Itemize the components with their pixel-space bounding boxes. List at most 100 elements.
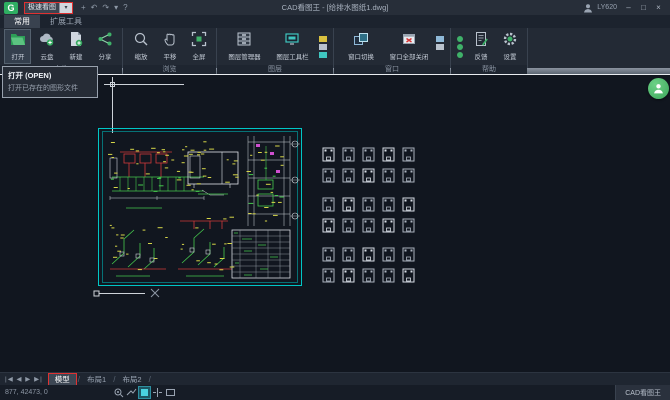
cloud-button[interactable]: 云盘 [33,29,60,64]
window-switch-button[interactable]: 窗口切换 [338,29,384,64]
layout-nav-arrows-icon[interactable]: |◀ ◀ ▶ ▶| [5,375,43,383]
tab-separator: / [78,375,80,384]
tab-separator: / [149,375,151,384]
block-symbol [402,218,415,238]
drawing-canvas[interactable] [0,76,670,372]
folder-open-button[interactable]: 打开 [4,29,31,64]
ribbon-button-label: 平移 [163,52,176,61]
block-symbol [342,168,355,188]
status-bar: 877, 42473, 0 CAD看图王 [0,385,670,400]
close-button[interactable]: × [651,0,666,15]
layout-tab-布局1[interactable]: 布局1 [81,374,112,385]
block-symbol [362,168,375,188]
new-file-button[interactable]: 新建 [62,29,89,64]
username-label[interactable]: LY620 [597,4,617,11]
redo-icon[interactable]: ↷ [102,2,109,14]
block-symbol [382,247,395,267]
ribbon-button-label: 全屏 [192,52,205,61]
ribbon-group-0: 打开云盘新建分享文件 [0,28,123,68]
ribbon-button-label: 窗口全部关闭 [390,52,429,61]
ribbon-group-4: 反馈设置帮助 [451,28,528,68]
ribbon: 打开云盘新建分享文件缩放平移全屏浏览图层管理器图层工具栏图层窗口切换窗口全部关闭… [0,28,670,68]
fullscreen-button[interactable]: 全屏 [185,29,212,64]
status-pan-icon[interactable] [126,387,137,398]
ribbon-tab-bar: 常用扩展工具 [0,15,670,28]
maximize-button[interactable]: □ [636,0,651,15]
drawing-sheet [98,128,302,286]
layer-manager-icon [236,31,252,52]
block-symbol [402,147,415,167]
block-symbol [382,197,395,217]
block-symbol [322,268,335,288]
window-title: CAD看图王 - [给排水图纸1.dwg] [282,2,389,13]
layer-tools-stack[interactable] [317,36,329,58]
block-symbol [362,218,375,238]
pan-icon [162,31,178,52]
title-bar: G 极速看图 ▾ + ↶ ↷ ▾? CAD看图王 - [给排水图纸1.dwg] LY6… [0,0,670,15]
block-symbol [402,168,415,188]
undo-icon[interactable]: ↶ [91,2,98,14]
user-avatar-icon[interactable] [583,3,593,13]
ucs-icon [93,286,165,300]
block-symbol [322,197,335,217]
ribbon-button-label: 窗口切换 [348,52,374,61]
ribbon-group-3: 窗口切换窗口全部关闭窗口 [334,28,451,68]
ribbon-button-label: 图层管理器 [228,52,260,61]
help-icon[interactable]: ? [123,2,127,14]
block-symbol [362,268,375,288]
tooltip-description: 打开已存在的图形文件 [8,83,92,93]
ribbon-group-label: 窗口 [334,65,450,74]
ribbon-group-label: 帮助 [451,65,527,74]
feedback-button[interactable]: 反馈 [467,29,494,64]
ribbon-group-2: 图层管理器图层工具栏图层 [217,28,334,68]
block-symbol [322,147,335,167]
block-symbol [362,197,375,217]
window-tools-stack[interactable] [434,36,446,58]
block-symbol [342,247,355,267]
share-button[interactable]: 分享 [91,29,118,64]
new-file-icon [68,31,84,52]
status-split-icon[interactable] [152,387,163,398]
pan-button[interactable]: 平移 [156,29,183,64]
minimize-button[interactable]: – [621,0,636,15]
share-icon [97,31,113,52]
layout-tab-bar: |◀ ◀ ▶ ▶| 模型/布局1/布局2/ [0,372,670,385]
zoom-button[interactable]: 缩放 [127,29,154,64]
person-icon [653,83,664,94]
layout-tab-布局2[interactable]: 布局2 [116,374,147,385]
status-fullscreen-icon[interactable] [165,387,176,398]
help-tools-stack[interactable] [455,36,465,58]
settings-button[interactable]: 设置 [496,29,523,64]
block-symbol [402,247,415,267]
tooltip-title: 打开 (OPEN) [8,70,92,81]
layer-toolbar-icon [284,31,300,52]
block-symbol [402,268,415,288]
ribbon-button-label: 分享 [98,52,111,61]
assistant-fab-button[interactable] [648,78,669,99]
status-fit-icon[interactable] [139,387,150,398]
window-close-all-button[interactable]: 窗口全部关闭 [386,29,432,64]
mode-selector[interactable]: 极速看图 ▾ [24,2,73,14]
layer-toolbar-button[interactable]: 图层工具栏 [269,29,315,64]
layer-manager-button[interactable]: 图层管理器 [221,29,267,64]
app-logo-icon[interactable]: G [4,2,18,14]
customize-dropdown-icon[interactable]: ▾ [114,2,118,14]
ribbon-tab-0[interactable]: 常用 [4,15,40,28]
block-symbol [342,218,355,238]
ribbon-group-label: 图层 [217,65,333,74]
block-symbol [362,147,375,167]
feedback-icon [473,31,489,52]
plus-icon[interactable]: + [81,2,86,14]
chevron-down-icon[interactable]: ▾ [59,3,72,13]
sheet-linework [110,136,300,278]
ribbon-button-label: 云盘 [40,52,53,61]
window-close-all-icon [401,31,417,52]
fullscreen-icon [191,31,207,52]
ribbon-button-label: 图层工具栏 [276,52,308,61]
block-symbol [322,168,335,188]
layout-tab-模型[interactable]: 模型 [48,373,77,386]
ribbon-button-label: 缩放 [134,52,147,61]
ribbon-tab-1[interactable]: 扩展工具 [40,15,92,28]
status-zoom-icon[interactable] [113,387,124,398]
settings-icon [502,31,518,52]
